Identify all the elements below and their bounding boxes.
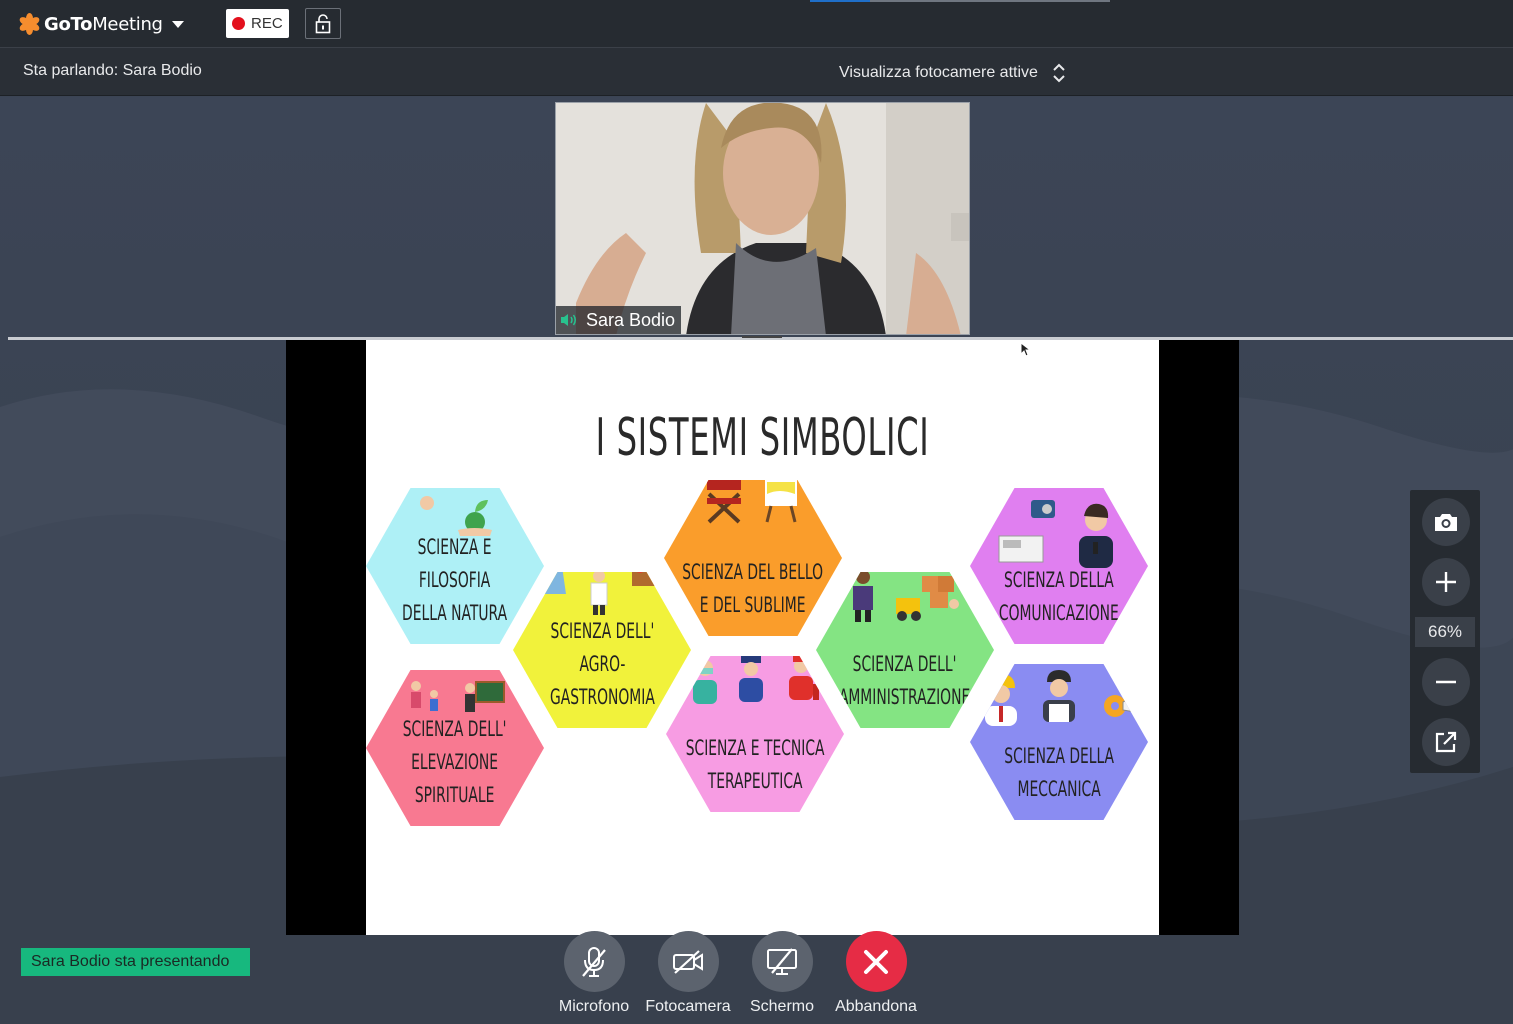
mouse-cursor-icon [1020,342,1032,357]
screen-control[interactable]: Schermo [737,931,827,1021]
hex-icons [664,480,842,524]
newspaper-radio-icon [998,500,1055,563]
participant-video-tile[interactable]: Sara Bodio [555,102,970,335]
hex-label: SCIENZA DEL BELLO E DEL SUBLIME [682,560,824,617]
forklift-boxes-icon [896,576,959,621]
external-link-icon [1435,731,1457,753]
easel-paint-icon [765,480,797,523]
chef-icon [590,572,608,615]
record-button[interactable]: REC [226,9,289,38]
chevron-down-icon [171,20,184,28]
leave-meeting-button[interactable] [845,931,907,992]
hex-icons [366,678,544,718]
close-icon [864,949,888,974]
hex-scienza-comunicazione: SCIENZA DELLA COMUNICAZIONE [970,488,1148,644]
news-anchor-icon [1079,503,1113,568]
zoom-in-button[interactable] [1422,558,1470,606]
minus-icon [1436,680,1456,684]
hex-label: SCIENZA DELL' ELEVAZIONE SPIRITUALE [403,717,507,807]
teacher-board-icon [465,681,505,712]
zoom-out-button[interactable] [1422,658,1470,706]
zoom-level: 66% [1415,617,1475,647]
shared-screen[interactable]: I SISTEMI SIMBOLICI SCIENZA E FILOSOFIA DE… [286,340,1239,935]
divider-grip-handle[interactable] [742,336,782,338]
unlock-icon [315,13,331,33]
chevron-up-down-icon [1053,63,1065,83]
slide-title: I SISTEMI SIMBOLICI [595,408,930,468]
camera-control[interactable]: Fotocamera [643,931,733,1021]
hex-label: SCIENZA E FILOSOFIA DELLA NATURA [402,535,508,625]
camera-icon [1435,514,1457,531]
hex-icons [666,656,844,704]
plus-icon [1436,572,1456,592]
video-camera-off-icon [673,949,703,974]
microphone-muted-icon [582,946,606,977]
hex-scienza-meccanica: SCIENZA DELLA MECCANICA [970,664,1148,820]
businessman-icon [853,572,873,622]
record-dot-icon [232,17,245,30]
gotomeeting-logo-icon [17,13,41,35]
presentation-slide: I SISTEMI SIMBOLICI SCIENZA E FILOSOFIA DE… [366,340,1159,935]
record-label: REC [251,15,283,32]
microphone-label: Microfono [558,998,630,1015]
app-title: GoToMeeting [44,13,163,35]
hex-label: SCIENZA DELLA COMUNICAZIONE [999,568,1119,625]
hex-scienza-amministrazione: SCIENZA DELL' AMMINISTRAZIONE [816,572,994,728]
participant-name: Sara Bodio [586,309,676,330]
screen-share-button[interactable] [751,931,813,992]
camera-view-selector[interactable]: Visualizza fotocamere attive [839,62,1066,84]
police-officer-icon [739,656,763,702]
hex-label: SCIENZA E TECNICA TERAPEUTICA [685,736,825,793]
microphone-button[interactable] [563,931,625,992]
family-icon [411,681,438,711]
participant-name-label: Sara Bodio [556,306,682,334]
top-accent-line [810,0,870,2]
hex-icons [970,496,1148,570]
lock-meeting-button[interactable] [305,8,341,39]
surgeon-icon [693,660,717,704]
hex-icons [970,666,1148,726]
camera-view-label: Visualizza fotocamere attive [839,64,1038,81]
leave-label: Abbandona [835,998,917,1015]
construction-worker-icon [985,674,1017,726]
hex-scienza-agro: SCIENZA DELL' AGRO- GASTRONOMIA [513,572,691,728]
hex-scienza-bello: SCIENZA DEL BELLO E DEL SUBLIME [664,480,842,636]
scientist-icon [414,496,440,536]
pop-out-button[interactable] [1422,718,1470,766]
snapshot-button[interactable] [1422,498,1470,546]
screen-label: Schermo [749,998,815,1015]
mechanic-icon [1043,670,1075,722]
gear-bulb-icon [1104,695,1136,717]
hex-scienza-natura: SCIENZA E FILOSOFIA DELLA NATURA [366,488,544,644]
hex-label: SCIENZA DELL' AGRO- GASTRONOMIA [549,619,655,709]
participant-video-feed [556,103,969,334]
screen-share-off-icon [767,947,797,975]
microphone-control[interactable]: Microfono [549,931,639,1021]
zoom-panel: 66% [1410,490,1480,773]
firefighter-icon [789,656,819,700]
app-menu[interactable]: GoToMeeting [17,11,184,37]
hex-label: SCIENZA DELLA MECCANICA [1004,744,1114,801]
presenting-badge: Sara Bodio sta presentando [21,948,250,976]
hex-scienza-terapeutica: SCIENZA E TECNICA TERAPEUTICA [666,656,844,812]
top-accent-line-secondary [870,0,1110,2]
director-chair-icon [707,480,741,524]
leave-control[interactable]: Abbandona [831,931,921,1021]
speaker-active-icon [561,314,576,326]
hex-label: SCIENZA DELL' AMMINISTRAZIONE [839,652,971,709]
vegetable-crate-icon [632,572,664,586]
hex-icons [816,572,994,624]
active-speaker-label: Sta parlando: Sara Bodio [23,62,202,79]
camera-button[interactable] [657,931,719,992]
hex-scienza-spirituale: SCIENZA DELL' ELEVAZIONE SPIRITUALE [366,670,544,826]
top-bar: GoToMeeting REC [0,0,1513,48]
status-bar: Sta parlando: Sara Bodio Visualizza foto… [0,48,1513,96]
camera-label: Fotocamera [645,998,731,1015]
